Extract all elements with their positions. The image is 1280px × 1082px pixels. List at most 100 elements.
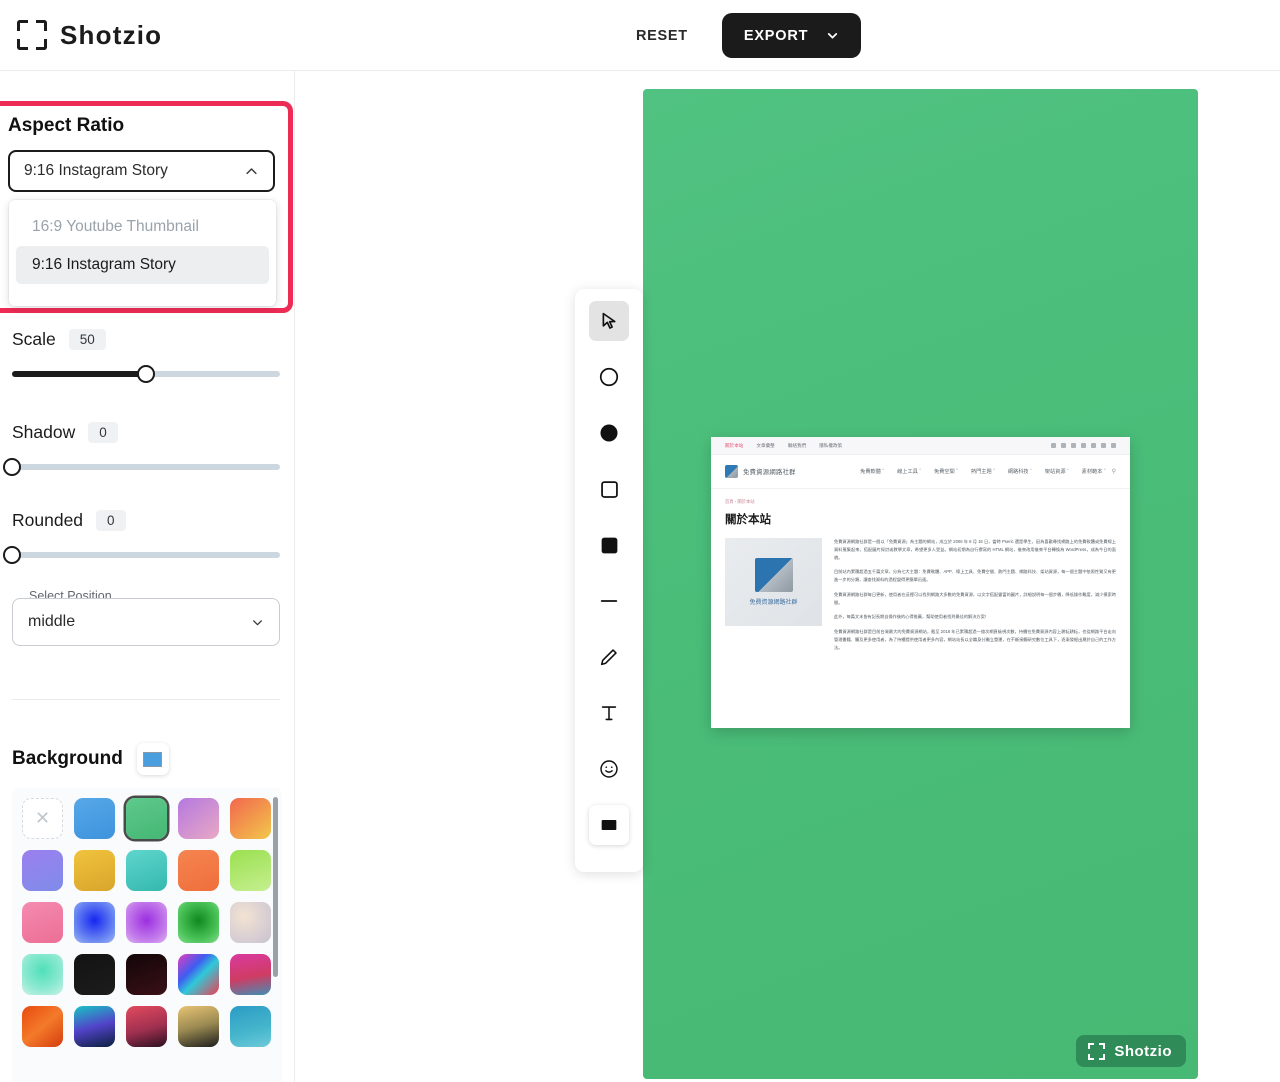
swatch-blue[interactable]	[74, 798, 115, 839]
preview-canvas[interactable]: 關於本站 文章彙整 聯絡我們 隱私權政策 免費資源網路社群 免費軟體 ˇ 線上工具…	[643, 89, 1198, 1079]
scale-slider[interactable]	[12, 365, 280, 383]
swatch-purple-pink[interactable]	[178, 798, 219, 839]
screenshot-toplink-3: 隱私權政策	[819, 442, 843, 448]
scale-slider-group: Scale 50	[12, 329, 280, 383]
rounded-slider[interactable]	[3, 546, 280, 564]
aspect-ratio-title: Aspect Ratio	[8, 115, 125, 136]
background-swatch-grid[interactable]: ✕	[12, 788, 282, 1082]
background-title: Background	[12, 748, 123, 769]
shadow-slider-rail	[12, 464, 280, 470]
cube-logo-icon	[725, 465, 738, 478]
swatch-gold[interactable]	[74, 850, 115, 891]
circle-outline-tool[interactable]	[589, 357, 629, 397]
background-current-color-chip[interactable]	[136, 743, 169, 775]
aspect-ratio-selected-value: 9:16 Instagram Story	[24, 162, 168, 179]
shotzio-watermark[interactable]: Shotzio	[1076, 1035, 1186, 1067]
text-tool[interactable]	[589, 693, 629, 733]
aspect-ratio-select[interactable]: 9:16 Instagram Story	[8, 150, 275, 192]
swatch-pink[interactable]	[22, 902, 63, 943]
chevron-up-icon	[246, 167, 257, 174]
reset-button[interactable]: RESET	[630, 20, 694, 52]
screenshot-paragraph-2: 免費資源網路社群每日更新，使用者在這裡可以找到網路大多數的免費資源，以文字搭配豐…	[834, 591, 1116, 605]
scale-label: Scale	[12, 329, 56, 349]
select-position-dropdown[interactable]: middle	[12, 598, 280, 646]
sidebar: Aspect Ratio 9:16 Instagram Story 16:9 Y…	[0, 71, 295, 1082]
screenshot-logo-image: 免費資源網路社群	[725, 538, 822, 626]
swatch-orange-yellow[interactable]	[230, 798, 271, 839]
shadow-slider-thumb[interactable]	[3, 458, 21, 476]
screenshot-site-logo: 免費資源網路社群	[725, 465, 796, 478]
swatch-beige-blur[interactable]	[230, 902, 271, 943]
swatch-violet[interactable]	[22, 850, 63, 891]
chevron-down-icon	[828, 33, 838, 39]
color-swatch	[143, 751, 163, 767]
aspect-ratio-option-16-9[interactable]: 16:9 Youtube Thumbnail	[16, 208, 269, 246]
shadow-slider-group: Shadow 0	[3, 422, 280, 476]
square-filled-tool[interactable]	[589, 525, 629, 565]
line-icon	[600, 600, 618, 602]
circle-filled-tool[interactable]	[589, 413, 629, 453]
screenshot-toplink-2: 聯絡我們	[787, 442, 807, 448]
color-box-icon	[601, 819, 617, 831]
swatch-teal-navy[interactable]	[74, 1006, 115, 1047]
circle-outline-icon	[599, 367, 619, 387]
screenshot-social-icons	[1051, 443, 1116, 448]
scale-value: 50	[68, 329, 106, 350]
shadow-slider[interactable]	[3, 458, 280, 476]
screenshot-nav-item-6: 素材範本 ˇ	[1081, 469, 1106, 475]
screenshot-preview[interactable]: 關於本站 文章彙整 聯絡我們 隱私權政策 免費資源網路社群 免費軟體 ˇ 線上工具…	[711, 437, 1130, 728]
screenshot-body: 首頁 › 關於本站 關於本站 免費資源網路社群 免費資源網路社群是一個以「免費資…	[711, 489, 1130, 658]
swatch-orange[interactable]	[178, 850, 219, 891]
background-swatch-panel: ✕	[12, 788, 282, 1082]
screenshot-toplink-0: 關於本站	[725, 442, 744, 448]
swatch-magenta-teal[interactable]	[230, 954, 271, 995]
rounded-slider-thumb[interactable]	[3, 546, 21, 564]
screenshot-paragraph-4: 免費資源網路社群是目前台灣最大的免費資源網站，截至 2018 年已累積超過一億次…	[834, 629, 1116, 650]
emoji-tool[interactable]	[589, 749, 629, 789]
screenshot-navbar: 免費資源網路社群 免費軟體 ˇ 線上工具 ˇ 免費空間 ˇ 熱門主題 ˇ 網路科技 ˇ 架…	[711, 455, 1130, 489]
screenshot-nav-items: 免費軟體 ˇ 線上工具 ˇ 免費空間 ˇ 熱門主題 ˇ 網路科技 ˇ 架站資源 ˇ 素材範本…	[860, 468, 1105, 475]
line-tool[interactable]	[589, 581, 629, 621]
swatch-sky-blue[interactable]	[230, 1006, 271, 1047]
swatch-mint[interactable]	[22, 954, 63, 995]
screenshot-paragraph-0: 免費資源網路社群是一個以「免費資源」為主題的網站，成立於 2006 年 8 月 …	[834, 539, 1116, 560]
screenshot-paragraphs: 免費資源網路社群是一個以「免費資源」為主題的網站，成立於 2006 年 8 月 …	[834, 538, 1116, 658]
brand: Shotzio	[17, 20, 162, 51]
swatch-dark-red[interactable]	[126, 954, 167, 995]
swatch-sand-dark[interactable]	[178, 1006, 219, 1047]
rounded-slider-group: Rounded 0	[3, 510, 280, 564]
color-swatch-tool[interactable]	[589, 805, 629, 845]
swatch-rainbow[interactable]	[178, 954, 219, 995]
square-filled-icon	[601, 537, 617, 553]
aspect-ratio-dropdown-menu: 16:9 Youtube Thumbnail 9:16 Instagram St…	[9, 200, 276, 306]
swatch-green[interactable]	[126, 798, 167, 839]
screenshot-nav-item-0: 免費軟體 ˇ	[860, 469, 885, 475]
swatch-teal[interactable]	[126, 850, 167, 891]
frame-corners-icon	[1088, 1042, 1106, 1060]
screenshot-paragraph-3: 此外，每篇文末皆有記長期自操作後的心得推薦，幫助使用者找到最佳的解決方案！	[834, 614, 989, 620]
search-icon: ⚲	[1111, 469, 1116, 475]
smiley-icon	[600, 760, 618, 778]
swatch-lime[interactable]	[230, 850, 271, 891]
rounded-label: Rounded	[12, 510, 84, 530]
screenshot-toplink-1: 文章彙整	[756, 442, 775, 448]
aspect-ratio-option-9-16[interactable]: 9:16 Instagram Story	[16, 246, 269, 284]
swatch-none[interactable]: ✕	[22, 798, 63, 839]
square-outline-tool[interactable]	[589, 469, 629, 509]
export-button[interactable]: EXPORT	[721, 13, 862, 58]
swatch-fire-orange[interactable]	[22, 1006, 63, 1047]
screenshot-nav-item-3: 熱門主題 ˇ	[970, 469, 995, 475]
header-actions: RESET EXPORT	[630, 0, 862, 71]
swatch-green-radial[interactable]	[178, 902, 219, 943]
rounded-slider-rail	[12, 552, 280, 558]
screenshot-topbar: 關於本站 文章彙整 聯絡我們 隱私權政策	[711, 437, 1130, 455]
pencil-tool[interactable]	[589, 637, 629, 677]
swatch-scrollbar[interactable]	[273, 797, 278, 977]
cursor-tool[interactable]	[589, 301, 629, 341]
swatch-black[interactable]	[74, 954, 115, 995]
swatch-crimson-dark[interactable]	[126, 1006, 167, 1047]
swatch-purple-radial[interactable]	[126, 902, 167, 943]
scale-slider-thumb[interactable]	[137, 365, 155, 383]
swatch-blue-radial[interactable]	[74, 902, 115, 943]
chevron-down-icon	[253, 619, 262, 625]
